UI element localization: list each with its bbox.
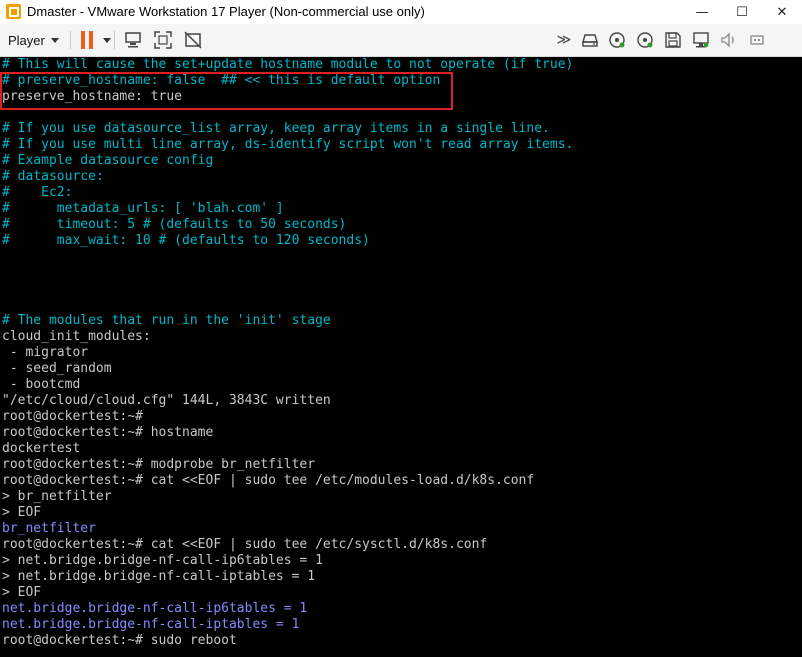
- terminal-line: - seed_random: [2, 361, 112, 376]
- maximize-button[interactable]: ☐: [722, 0, 762, 24]
- terminal-line: # Ec2:: [2, 185, 73, 200]
- terminal-line: dockertest: [2, 441, 81, 456]
- terminal-line: # The modules that run in the 'init' sta…: [2, 313, 331, 328]
- power-dropdown-chevron-icon[interactable]: [103, 38, 111, 43]
- terminal-line: net.bridge.bridge-nf-call-iptables = 1: [2, 617, 300, 632]
- send-ctrl-alt-del-icon[interactable]: [123, 30, 143, 50]
- sound-icon[interactable]: [719, 30, 739, 50]
- network-adapter-icon[interactable]: [691, 30, 711, 50]
- terminal-line: root@dockertest:~# cat <<EOF | sudo tee …: [2, 473, 535, 488]
- unity-icon[interactable]: [183, 30, 203, 50]
- cd-dvd-icon[interactable]: [607, 30, 627, 50]
- terminal-line: "/etc/cloud/cloud.cfg" 144L, 3843C writt…: [2, 393, 331, 408]
- chevron-down-icon: [50, 37, 59, 43]
- terminal-line: > EOF: [2, 505, 42, 520]
- terminal-line: > net.bridge.bridge-nf-call-iptables = 1: [2, 569, 316, 584]
- terminal-line: # If you use multi line array, ds-identi…: [2, 137, 574, 152]
- terminal-line: root@dockertest:~#: [2, 409, 143, 424]
- toolbar: Player ≫: [0, 24, 802, 57]
- terminal-line: preserve_hostname: true: [2, 89, 183, 104]
- terminal-line: root@dockertest:~# modprobe br_netfilter: [2, 457, 316, 472]
- cd-dvd-2-icon[interactable]: [635, 30, 655, 50]
- terminal-line: # metadata_urls: [ 'blah.com' ]: [2, 201, 284, 216]
- terminal-line: - migrator: [2, 345, 89, 360]
- terminal-line: cloud_init_modules:: [2, 329, 151, 344]
- terminal-line: # preserve_hostname: false ## << this is…: [2, 73, 441, 88]
- terminal-line: root@dockertest:~# hostname: [2, 425, 214, 440]
- terminal-line: # This will cause the set+update hostnam…: [2, 57, 574, 72]
- terminal-line: # If you use datasource_list array, keep…: [2, 121, 550, 136]
- terminal-line: # datasource:: [2, 169, 104, 184]
- terminal-line: net.bridge.bridge-nf-call-ip6tables = 1: [2, 601, 308, 616]
- player-menu-label: Player: [8, 32, 45, 48]
- vmware-app-icon: [6, 4, 21, 19]
- window-title: Dmaster - VMware Workstation 17 Player (…: [27, 4, 425, 19]
- terminal-line: - bootcmd: [2, 377, 81, 392]
- usb-icon[interactable]: [747, 30, 767, 50]
- terminal-line: > net.bridge.bridge-nf-call-ip6tables = …: [2, 553, 323, 568]
- terminal-line: # timeout: 5 # (defaults to 50 seconds): [2, 217, 347, 232]
- pause-icon[interactable]: [80, 31, 94, 49]
- terminal-line: # Example datasource config: [2, 153, 214, 168]
- terminal-line: br_netfilter: [2, 521, 96, 536]
- toolbar-divider: [70, 31, 71, 49]
- minimize-button[interactable]: —: [682, 0, 722, 24]
- player-menu-button[interactable]: Player: [8, 31, 59, 49]
- title-bar: Dmaster - VMware Workstation 17 Player (…: [0, 0, 802, 25]
- fullscreen-icon[interactable]: [153, 30, 173, 50]
- terminal-line: # max_wait: 10 # (defaults to 120 second…: [2, 233, 370, 248]
- hard-disk-icon[interactable]: [580, 30, 600, 50]
- floppy-icon[interactable]: [663, 30, 683, 50]
- terminal-line: > EOF: [2, 585, 42, 600]
- toolbar-divider: [114, 31, 115, 49]
- close-button[interactable]: ✕: [762, 0, 802, 24]
- terminal-line: > br_netfilter: [2, 489, 112, 504]
- terminal-line: root@dockertest:~# sudo reboot: [2, 633, 237, 648]
- terminal-line: root@dockertest:~# cat <<EOF | sudo tee …: [2, 537, 488, 552]
- more-icon[interactable]: ≫: [554, 30, 574, 50]
- vm-console[interactable]: # This will cause the set+update hostnam…: [0, 57, 802, 657]
